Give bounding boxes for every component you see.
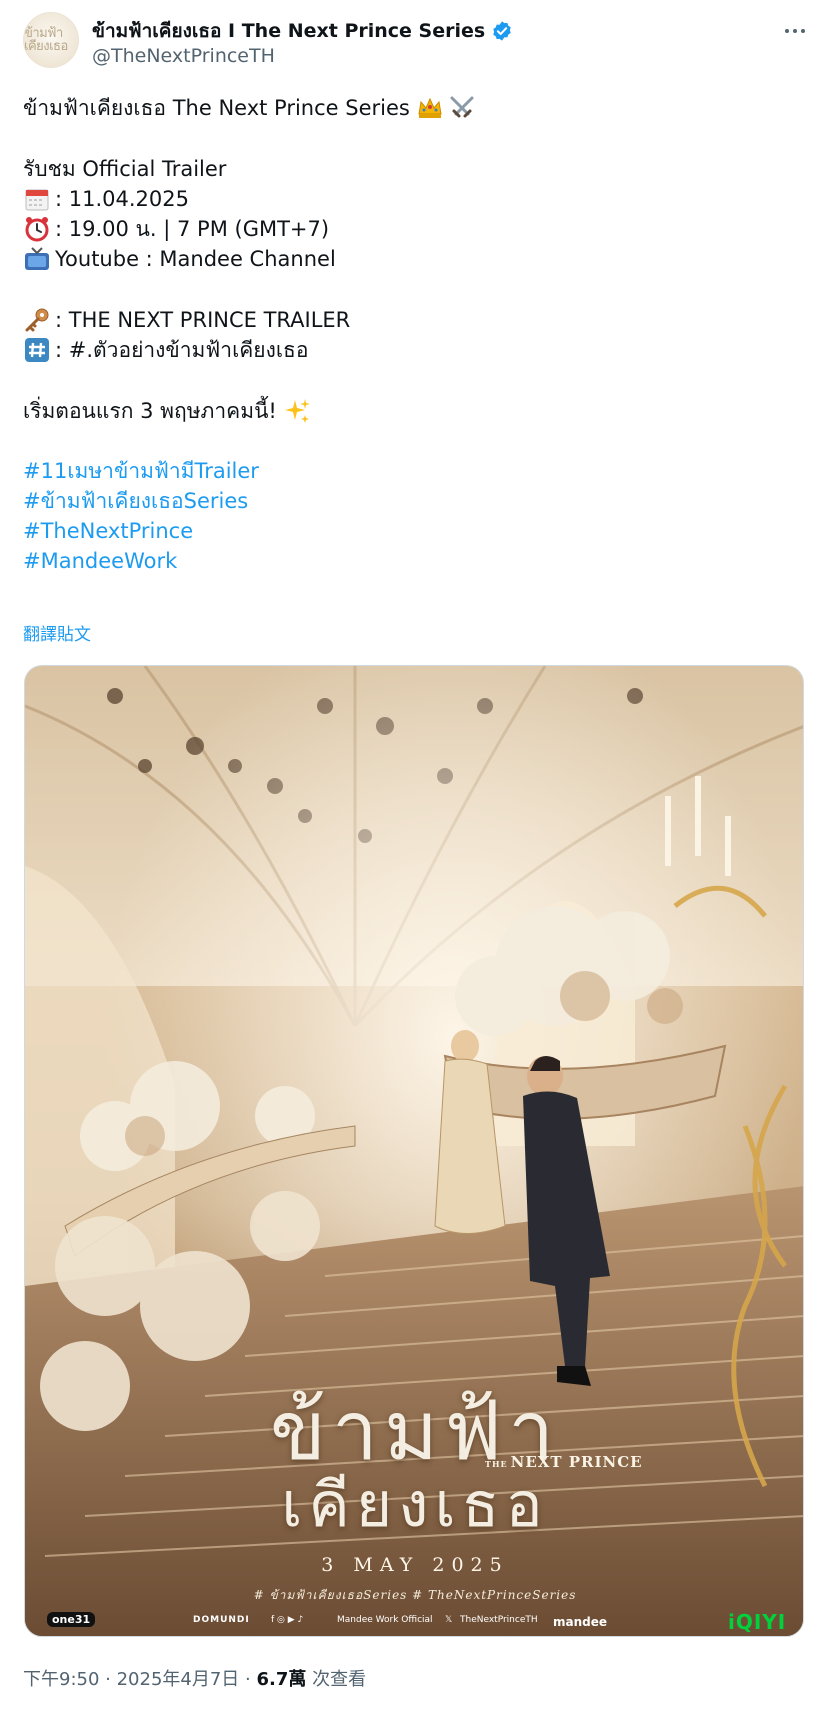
poster-date: 3 MAY 2025 bbox=[321, 1554, 509, 1576]
hashtag-link[interactable]: #11เมษาข้ามฟ้ามีTrailer bbox=[23, 456, 259, 486]
hashtag-link[interactable]: #ข้ามฟ้าเคียงเธอSeries bbox=[23, 486, 248, 516]
sparkles-icon bbox=[283, 397, 311, 425]
television-icon bbox=[23, 245, 51, 273]
tweet-date-text: : 11.04.2025 bbox=[55, 187, 189, 211]
tweet-meta: 下午9:50 · 2025年4月7日 · 6.7萬 次查看 bbox=[23, 1665, 366, 1691]
poster-hashtags: # ข้ามฟ้าเคียงเธอSeries # TheNextPrinceS… bbox=[253, 1588, 577, 1602]
iqiyi-logo: iQIYI bbox=[728, 1610, 787, 1634]
tweet-line-time: : 19.00 น. | 7 PM (GMT+7) bbox=[23, 214, 329, 244]
mandee-logo: mandee bbox=[553, 1615, 608, 1629]
tweet-channel-text: Youtube : Mandee Channel bbox=[55, 247, 336, 271]
calendar-icon bbox=[23, 185, 51, 213]
tweet-key-text: : THE NEXT PRINCE TRAILER bbox=[55, 308, 351, 332]
translate-post-link[interactable]: 翻譯貼文 bbox=[23, 620, 91, 645]
author-display-name[interactable]: ข้ามฟ้าเคียงเธอ I The Next Prince Series bbox=[92, 16, 513, 46]
crossed-swords-icon bbox=[448, 94, 476, 122]
one31-logo: one31 bbox=[47, 1612, 96, 1627]
view-count: 6.7萬 bbox=[256, 1669, 307, 1690]
tweet-line-start: เริ่มตอนแรก 3 พฤษภาคมนี้! bbox=[23, 396, 315, 426]
poster-image[interactable]: ข้ามฟ้า THE NEXT PRINCE เคียงเธอ 3 MAY 20… bbox=[24, 665, 804, 1637]
tweet-line-title: ข้ามฟ้าเคียงเธอ The Next Prince Series bbox=[23, 93, 480, 123]
social-handle: Mandee Work Official bbox=[337, 1615, 433, 1625]
tweet-line-hash: : #.ตัวอย่างข้ามฟ้าเคียงเธอ bbox=[23, 335, 308, 365]
views-label: 次查看 bbox=[306, 1669, 367, 1690]
poster-footer: one31 DOMUNDI f ◎ ▶ ♪ Mandee Work Offici… bbox=[25, 1610, 803, 1634]
domundi-logo: DOMUNDI bbox=[193, 1615, 250, 1625]
tweet-line-watch: รับชม Official Trailer bbox=[23, 154, 226, 184]
tweet-line-channel: Youtube : Mandee Channel bbox=[23, 244, 336, 274]
alarm-clock-icon bbox=[23, 215, 51, 243]
tweet-hash-text: : #.ตัวอย่างข้ามฟ้าเคียงเธอ bbox=[55, 338, 309, 362]
avatar[interactable]: ข้ามฟ้า เคียงเธอ bbox=[23, 12, 79, 68]
x-handle: TheNextPrinceTH bbox=[460, 1615, 538, 1625]
author-handle[interactable]: @TheNextPrinceTH bbox=[92, 45, 275, 67]
tweet-line-key: : THE NEXT PRINCE TRAILER bbox=[23, 305, 350, 335]
key-icon bbox=[23, 306, 51, 334]
author-name-text[interactable]: ข้ามฟ้าเคียงเธอ I The Next Prince Series bbox=[92, 16, 485, 46]
more-options-icon[interactable] bbox=[780, 16, 810, 46]
x-logo-icon: 𝕏 bbox=[445, 1615, 453, 1625]
avatar-logo-text: ข้ามฟ้า เคียงเธอ bbox=[24, 26, 68, 54]
poster-title-line2: เคียงเธอ bbox=[281, 1468, 549, 1541]
social-icons: f ◎ ▶ ♪ bbox=[271, 1615, 304, 1625]
verified-badge-icon bbox=[493, 21, 511, 41]
tweet-start-text: เริ่มตอนแรก 3 พฤษภาคมนี้! bbox=[23, 399, 277, 423]
tweet-time-text: : 19.00 น. | 7 PM (GMT+7) bbox=[55, 217, 330, 241]
hashtag-link[interactable]: #MandeeWork bbox=[23, 546, 177, 576]
tweet-timestamp[interactable]: 下午9:50 · 2025年4月7日 · bbox=[23, 1669, 256, 1690]
tweet-title-text: ข้ามฟ้าเคียงเธอ The Next Prince Series bbox=[23, 96, 410, 120]
keycap-hash-icon bbox=[23, 336, 51, 364]
tweet: ข้ามฟ้า เคียงเธอ ข้ามฟ้าเคียงเธอ I The N… bbox=[0, 0, 825, 1714]
crown-icon bbox=[416, 94, 444, 122]
hashtag-link[interactable]: #TheNextPrince bbox=[23, 516, 193, 546]
tweet-line-date: : 11.04.2025 bbox=[23, 184, 189, 214]
tweet-watch-text: รับชม Official Trailer bbox=[23, 157, 227, 181]
